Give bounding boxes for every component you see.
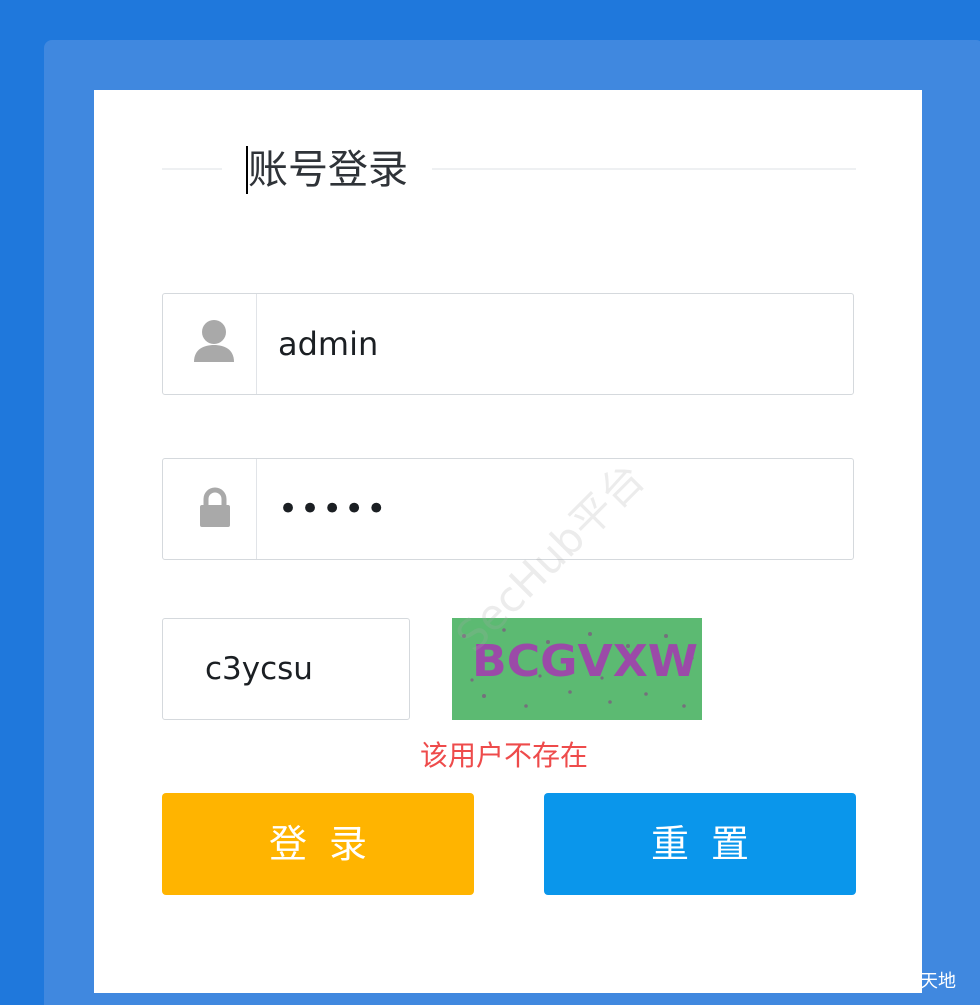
captcha-input[interactable]: c3ycsu [162,618,410,720]
login-card: 账号登录 admin ••••• c3ycsu BCGVXW 该用户不存在 登录… [94,90,922,993]
password-field[interactable]: ••••• [162,458,854,560]
login-title: 账号登录 [248,147,408,193]
captcha-image-text: BCGVXW [472,636,698,687]
error-message: 该用户不存在 [420,739,589,772]
username-field[interactable]: admin [162,293,854,395]
username-input[interactable]: admin [278,294,378,394]
reset-button[interactable]: 重置 [544,793,856,895]
corner-watermark-text: 天地 [920,971,956,992]
title-divider-right [432,168,856,170]
login-button[interactable]: 登录 [162,793,474,895]
login-title-row: 账号登录 [162,138,856,202]
captcha-input-value[interactable]: c3ycsu [205,619,313,719]
password-input[interactable]: ••••• [278,459,388,559]
title-divider-left [162,168,222,170]
lock-icon [163,459,257,559]
user-icon [163,294,257,394]
captcha-image[interactable]: BCGVXW [452,618,702,720]
